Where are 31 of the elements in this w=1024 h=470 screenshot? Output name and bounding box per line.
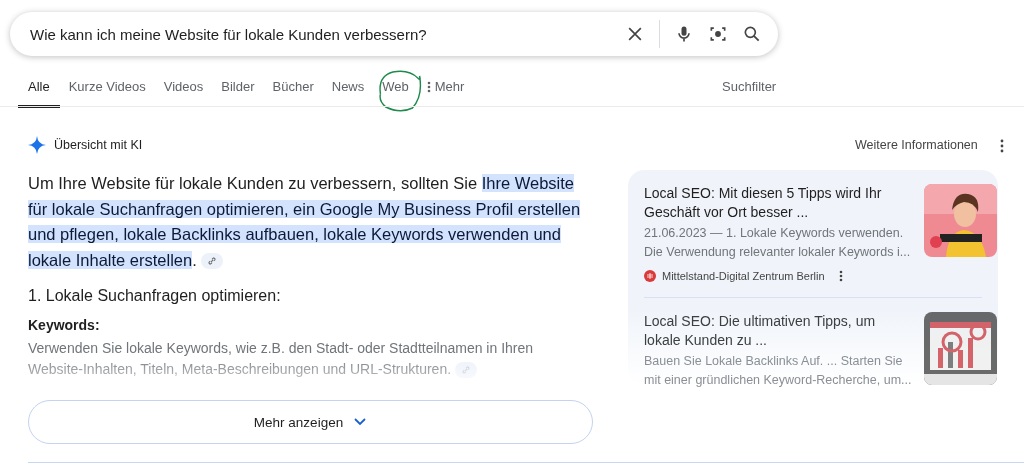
subheading: Keywords:	[28, 317, 101, 333]
search-tab[interactable]: News	[322, 74, 374, 108]
search-tab[interactable]: Web	[373, 74, 418, 108]
overview-title: Übersicht mit KI	[54, 138, 143, 152]
search-tab[interactable]: Kurze Videos	[59, 74, 155, 108]
more-info-link[interactable]: Weitere Informationen	[855, 138, 978, 152]
source-title[interactable]: Local SEO: Mit diesen 5 Tipps wird Ihr Geschäft vor Ort besser ...	[644, 184, 914, 222]
more-icon[interactable]	[1000, 139, 1004, 153]
source-snippet: Bauen Sie Lokale Backlinks Auf. ... Starten Sie mit einer gründlichen Keyword-Recherche, um...	[644, 353, 913, 389]
sparkle-icon	[28, 136, 46, 154]
source-snippet: 21.06.2023 — 1. Lokale Keywords verwenden. Die Verwendung relevanter lokaler Keywords i...	[644, 225, 912, 261]
search-tab[interactable]: Videos	[154, 74, 213, 108]
source-title[interactable]: Local SEO: Die ultimativen Tipps, um lokale Kunden zu ...	[644, 312, 914, 350]
search-input[interactable]: Wie kann ich meine Website für lokale Kunden verbessern?	[28, 24, 625, 44]
search-filter-link[interactable]: Suchfilter	[722, 79, 777, 94]
search-field[interactable]: Wie kann ich meine Website für lokale Kunden verbessern?	[10, 12, 778, 56]
camera-icon[interactable]	[708, 24, 728, 44]
answer-text: Um Ihre Website für lokale Kunden zu verbessern, sollten Sie Ihre Website für lokale Suchanfragen optimieren, ein Google My Business Profil erstellen und pflegen, lokale Backlinks aufbauen, lokale Keywords verwenden und lokale Inhalte erstellen.	[28, 173, 582, 272]
more-icon	[426, 80, 431, 93]
search-tab[interactable]: Bücher	[263, 74, 323, 108]
link-icon[interactable]	[206, 256, 217, 267]
site-logo-icon	[644, 270, 656, 282]
show-more-button[interactable]: Mehr anzeigen	[28, 400, 593, 444]
more-icon[interactable]	[838, 270, 843, 282]
site-name: Mittelstand-Digital Zentrum Berlin	[662, 270, 825, 282]
search-tab[interactable]: Mehr	[417, 74, 474, 108]
body-text: Verwenden Sie lokale Keywords, wie z.B. den Stadt- oder Stadtteilnamen in Ihren Website-Inhalten, Titeln, Meta-Beschreibungen und URL-Strukturen.	[28, 339, 535, 380]
search-tab[interactable]: Bilder	[212, 74, 264, 108]
search-icon[interactable]	[742, 24, 762, 44]
chevron-down-icon	[353, 417, 368, 427]
section-heading: 1. Lokale Suchanfragen optimieren:	[28, 287, 282, 305]
